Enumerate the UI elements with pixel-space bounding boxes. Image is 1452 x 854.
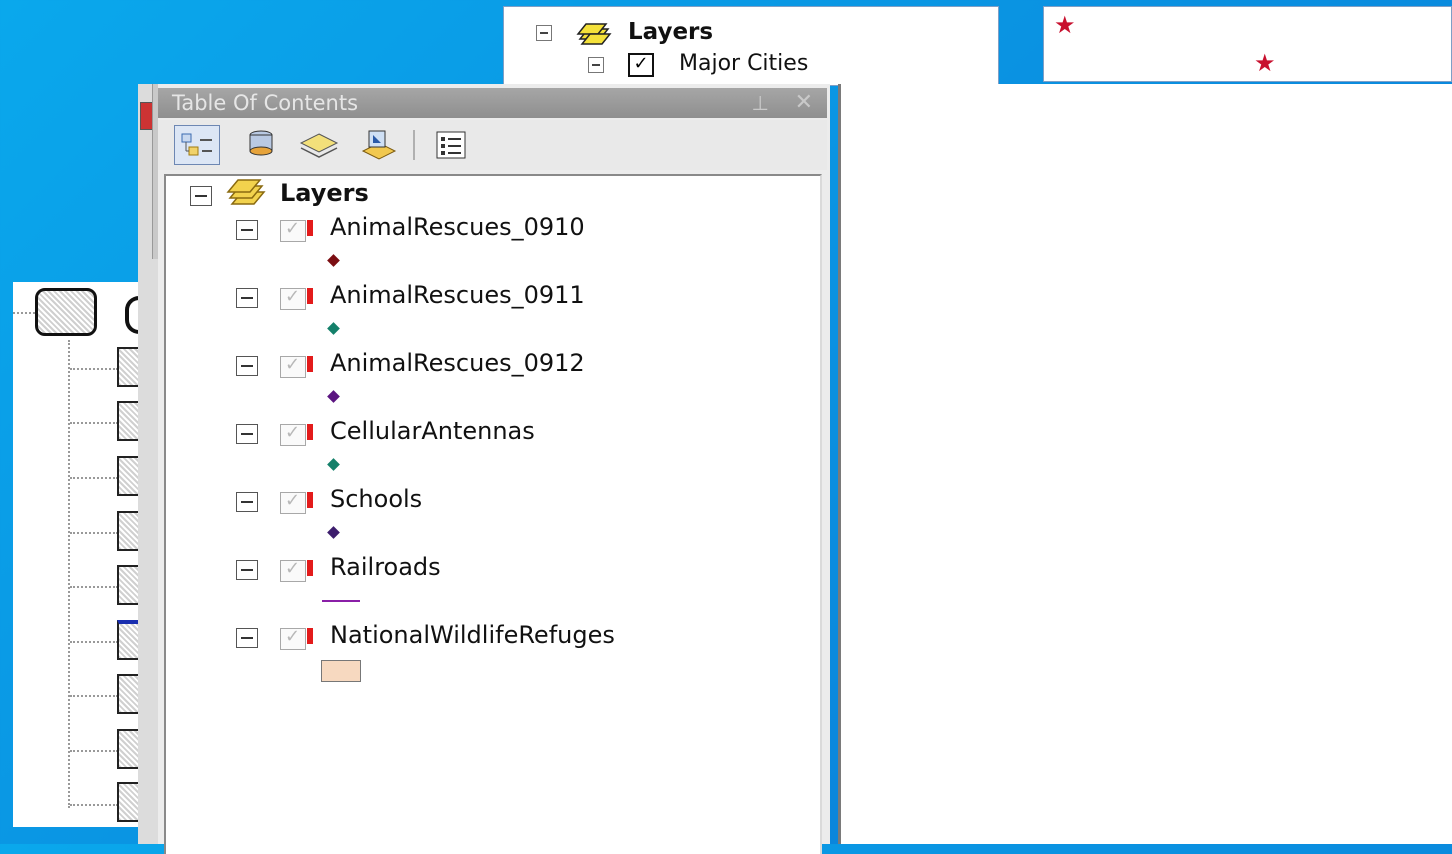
tree-connector [70,641,118,643]
table-of-contents-panel: Table Of Contents ⊥ ✕ Layers ✓ AnimalRes… [158,84,830,854]
close-icon[interactable]: ✕ [795,88,813,118]
city-marker-icon: ★ [1054,11,1076,39]
tree-connector [70,422,118,424]
layer-visibility-checkbox[interactable]: ✓ [280,490,313,514]
line-symbol-icon[interactable] [322,600,360,602]
point-symbol-icon[interactable] [327,390,340,403]
tree-connector [70,477,118,479]
list-by-selection-icon [361,130,397,160]
toc-titlebar[interactable]: Table Of Contents ⊥ ✕ [158,88,827,118]
toc-title: Table Of Contents [172,91,359,115]
window-left-edge [138,84,159,844]
point-symbol-icon[interactable] [327,254,340,267]
tree-connector [70,804,118,806]
layer-visibility-checkbox[interactable]: ✓ [280,558,313,582]
list-by-visibility-button[interactable] [296,125,342,165]
layer-name[interactable]: Railroads [330,552,441,582]
layer-name[interactable]: CellularAntennas [330,416,535,446]
collapse-icon[interactable] [236,628,258,648]
toc-tree: Layers ✓ AnimalRescues_0910 ✓ AnimalResc… [164,174,822,854]
collapse-icon[interactable] [190,186,212,206]
background-toc-layer-label[interactable]: Major Cities [679,51,808,76]
tree-connector [70,750,118,752]
toc-root-label[interactable]: Layers [280,178,369,208]
layer-visibility-checkbox[interactable]: ✓ [280,354,313,378]
broken-source-icon [307,424,313,440]
layer-name[interactable]: Schools [330,484,422,514]
catalog-tree [13,282,148,827]
city-marker-icon: ★ [1254,49,1276,77]
list-by-source-icon [249,130,273,156]
layer-visibility-checkbox[interactable]: ✓ [280,286,313,310]
tree-connector [13,312,35,314]
broken-source-icon [307,492,313,508]
layer-visibility-checkbox[interactable]: ✓ [280,626,313,650]
layer-name[interactable]: AnimalRescues_0911 [330,280,585,310]
point-symbol-icon[interactable] [327,526,340,539]
point-symbol-icon[interactable] [327,322,340,335]
background-map-window: ★ ★ [1043,6,1452,82]
folder-icon [125,296,139,334]
collapse-icon[interactable] [236,356,258,376]
layers-icon [226,179,266,205]
collapse-icon[interactable] [236,288,258,308]
background-toc-root-label: Layers [628,19,714,45]
options-icon [436,131,466,159]
collapse-icon[interactable] [236,560,258,580]
list-by-visibility-icon [299,133,339,158]
toc-toolbar [158,120,827,170]
layer-name[interactable]: AnimalRescues_0912 [330,348,585,378]
collapse-icon[interactable] [536,25,552,41]
tree-connector [70,368,118,370]
database-icon[interactable] [35,288,97,336]
list-by-drawing-order-icon [181,133,212,156]
layers-icon [576,23,612,45]
background-toc-window: Layers ✓ Major Cities [503,6,999,86]
tree-connector [68,340,70,808]
broken-source-icon [307,356,313,372]
broken-source-icon [307,220,313,236]
point-symbol-icon[interactable] [327,458,340,471]
toolbar-separator [413,130,415,160]
tree-connector [70,695,118,697]
layer-name[interactable]: AnimalRescues_0910 [330,212,585,242]
broken-source-icon [307,288,313,304]
broken-source-icon [307,628,313,644]
list-by-drawing-order-button[interactable] [174,125,220,165]
collapse-icon[interactable] [236,220,258,240]
pin-icon[interactable]: ⊥ [752,88,769,118]
tree-connector [70,532,118,534]
polygon-symbol-icon[interactable] [321,660,361,682]
collapse-icon[interactable] [588,57,604,73]
broken-source-icon [307,560,313,576]
layer-visibility-checkbox[interactable]: ✓ [280,422,313,446]
layer-name[interactable]: NationalWildlifeRefuges [330,620,615,650]
list-by-selection-button[interactable] [354,125,400,165]
tree-connector [70,586,118,588]
list-by-source-button[interactable] [238,125,284,165]
options-button[interactable] [428,125,474,165]
collapse-icon[interactable] [236,492,258,512]
checkbox-checked-icon[interactable]: ✓ [628,53,654,77]
collapse-icon[interactable] [236,424,258,444]
layer-visibility-checkbox[interactable]: ✓ [280,218,313,242]
map-view[interactable] [838,84,1452,844]
